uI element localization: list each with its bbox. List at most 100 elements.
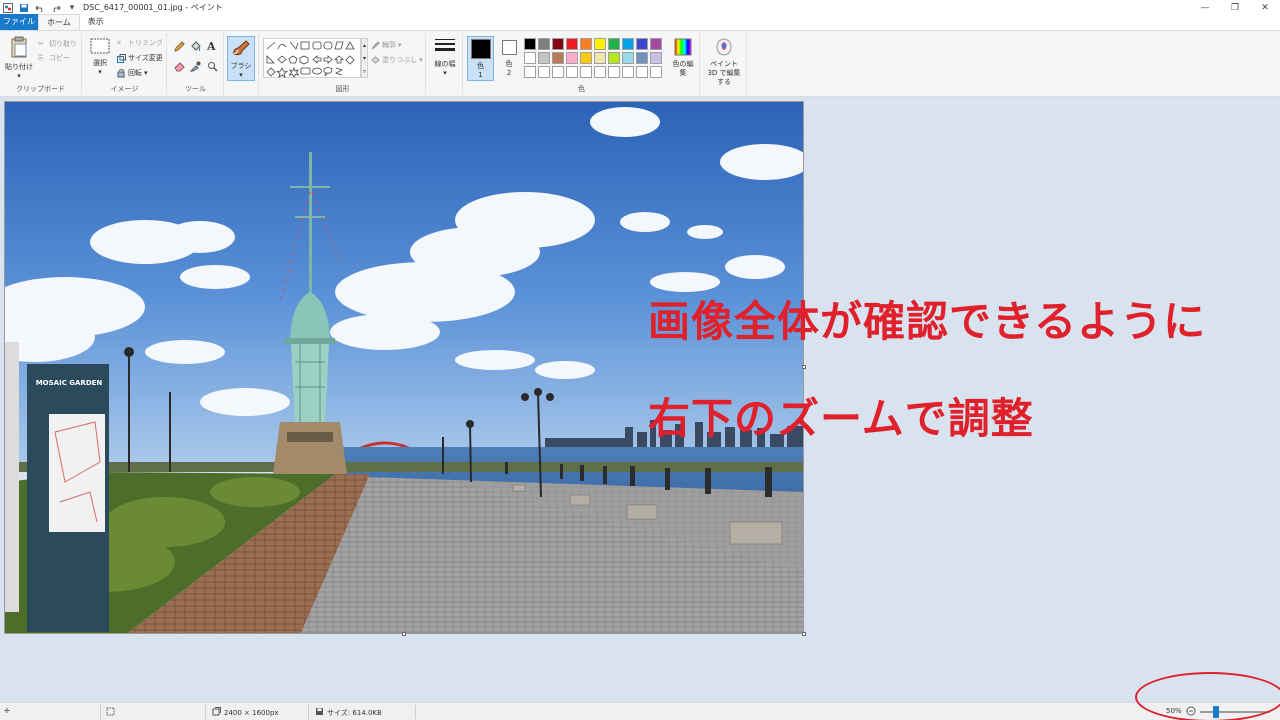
palette-swatch[interactable] <box>650 66 662 78</box>
palette-swatch[interactable] <box>552 52 564 64</box>
customize-toolbar-icon[interactable]: ▾ <box>67 3 77 13</box>
shapes-gallery-icons <box>266 41 355 78</box>
paste-dropdown-icon[interactable]: ▾ <box>3 72 35 80</box>
palette-swatch[interactable] <box>580 52 592 64</box>
select-dropdown-icon[interactable]: ▾ <box>87 68 113 76</box>
maximize-button[interactable]: ❐ <box>1220 0 1250 15</box>
outline-dropdown-icon[interactable]: ▾ <box>398 41 402 49</box>
palette-swatch[interactable] <box>622 52 634 64</box>
palette-swatch[interactable] <box>566 52 578 64</box>
tab-home[interactable]: ホーム <box>38 14 80 30</box>
zoom-slider-track[interactable] <box>1200 711 1270 713</box>
palette-swatch[interactable] <box>636 52 648 64</box>
select-button[interactable]: 選択 ▾ <box>87 38 113 76</box>
eyedropper-icon <box>190 61 201 72</box>
palette-swatch[interactable] <box>636 38 648 50</box>
canvas-image[interactable]: MOSAIC GARDEN <box>4 101 804 634</box>
rotate-button[interactable]: 回転 ▾ <box>117 68 148 78</box>
outline-button[interactable]: 輪郭 ▾ <box>371 40 402 50</box>
color2-number: 2 <box>506 69 512 77</box>
zoom-out-button[interactable] <box>1186 706 1196 716</box>
size-group: 線の幅 ▾ <box>427 33 463 95</box>
palette-swatch[interactable] <box>622 66 634 78</box>
rotate-dropdown-icon[interactable]: ▾ <box>144 69 148 77</box>
crop-icon: ⌗ <box>117 38 121 47</box>
palette-swatch[interactable] <box>580 66 592 78</box>
fill-button[interactable]: 塗りつぶし ▾ <box>371 55 423 65</box>
copy-button[interactable]: ⎘ コピー <box>38 53 70 63</box>
color1-button[interactable]: 色 1 <box>467 36 494 81</box>
edit-colors-button[interactable]: 色の編集 <box>669 38 697 78</box>
palette-swatch[interactable] <box>580 38 592 50</box>
clipboard-group-label: クリップボード <box>16 85 65 93</box>
brushes-dropdown-icon[interactable]: ▾ <box>228 71 254 79</box>
fill-tool[interactable] <box>190 41 201 52</box>
status-bar: ✛ 2400 × 1600px サイズ: 614.0KB 50% <box>0 702 1280 720</box>
shapes-gallery[interactable] <box>263 38 361 78</box>
palette-swatch[interactable] <box>650 52 662 64</box>
dimensions-text: 2400 × 1600px <box>224 708 279 717</box>
color1-label: 色 <box>477 62 484 70</box>
scissors-icon: ✂ <box>38 39 44 48</box>
zoom-slider-thumb[interactable] <box>1213 706 1219 718</box>
palette-swatch[interactable] <box>636 66 648 78</box>
canvas-resize-handle-corner[interactable] <box>802 632 806 636</box>
palette-swatch[interactable] <box>594 52 606 64</box>
palette-swatch[interactable] <box>608 52 620 64</box>
palette-swatch[interactable] <box>594 38 606 50</box>
paste-label: 貼り付け <box>5 63 33 71</box>
palette-swatch[interactable] <box>524 66 536 78</box>
size-button[interactable]: 線の幅 ▾ <box>430 37 460 77</box>
minimize-button[interactable]: — <box>1190 0 1220 15</box>
palette-swatch[interactable] <box>566 38 578 50</box>
brushes-label: ブラシ <box>230 62 252 70</box>
eraser-tool[interactable] <box>174 61 185 72</box>
window-controls: — ❐ ✕ <box>1190 0 1280 15</box>
palette-swatch[interactable] <box>538 52 550 64</box>
palette-swatch[interactable] <box>552 66 564 78</box>
outline-icon <box>371 40 380 50</box>
save-icon[interactable] <box>19 3 29 13</box>
text-tool[interactable]: A <box>207 40 216 53</box>
resize-button[interactable]: サイズ変更 <box>117 53 163 63</box>
redo-icon[interactable] <box>51 3 61 13</box>
undo-icon[interactable] <box>35 3 45 13</box>
canvas-resize-handle-right[interactable] <box>802 365 806 369</box>
fill-dropdown-icon[interactable]: ▾ <box>419 56 423 64</box>
palette-swatch[interactable] <box>622 38 634 50</box>
canvas-resize-handle-bottom[interactable] <box>402 632 406 636</box>
palette-swatch[interactable] <box>524 38 536 50</box>
zoom-out-icon <box>1186 706 1196 716</box>
close-button[interactable]: ✕ <box>1250 0 1280 15</box>
palette-swatch[interactable] <box>650 38 662 50</box>
palette-swatch[interactable] <box>594 66 606 78</box>
palette-swatch[interactable] <box>608 38 620 50</box>
color2-button[interactable]: 色 2 <box>497 38 521 77</box>
rotate-label: 回転 <box>128 69 142 77</box>
size-dropdown-icon[interactable]: ▾ <box>430 69 460 77</box>
color-picker-tool[interactable] <box>190 61 201 72</box>
palette-swatch[interactable] <box>566 66 578 78</box>
palette-swatch[interactable] <box>524 52 536 64</box>
paint3d-label: ペイント 3D で編集する <box>707 60 741 86</box>
brushes-group: ブラシ ▾ <box>225 33 259 95</box>
paste-icon <box>3 36 35 60</box>
pencil-tool[interactable] <box>174 41 185 52</box>
tab-view[interactable]: 表示 <box>80 14 112 30</box>
palette-swatch[interactable] <box>552 38 564 50</box>
brushes-button[interactable]: ブラシ ▾ <box>227 36 255 81</box>
palette-swatch[interactable] <box>538 38 550 50</box>
palette-swatch[interactable] <box>538 66 550 78</box>
cut-button[interactable]: ✂ 切り取り <box>38 39 77 49</box>
image-dimensions: 2400 × 1600px <box>212 707 279 718</box>
paste-button[interactable]: 貼り付け ▾ <box>3 36 35 80</box>
magnifier-tool[interactable] <box>207 61 218 72</box>
tab-file[interactable]: ファイル <box>0 14 38 30</box>
line-width-icon <box>430 37 460 57</box>
status-separator <box>100 705 101 719</box>
palette-swatch[interactable] <box>608 66 620 78</box>
crop-button[interactable]: ⌗ トリミング <box>117 38 163 48</box>
zoom-text: 50% <box>1166 707 1182 715</box>
shapes-scroll[interactable]: ▴ ▾ ▿ <box>361 38 368 78</box>
paint3d-button[interactable]: ペイント 3D で編集する <box>704 38 744 87</box>
